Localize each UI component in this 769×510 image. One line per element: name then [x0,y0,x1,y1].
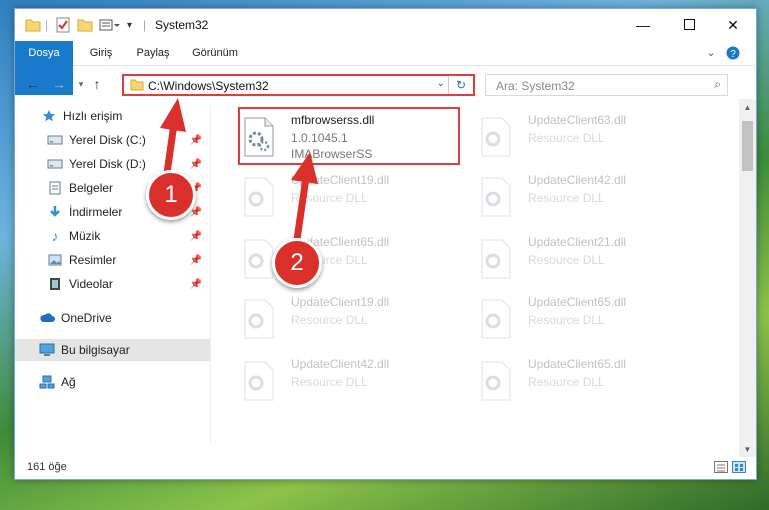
arrow-1-head [160,98,186,132]
annotation-arrows [160,98,318,247]
step-1-badge: 1 [146,170,196,220]
arrow-2 [292,177,310,247]
step-2-badge: 2 [272,238,322,288]
arrow-2-head [291,152,318,184]
